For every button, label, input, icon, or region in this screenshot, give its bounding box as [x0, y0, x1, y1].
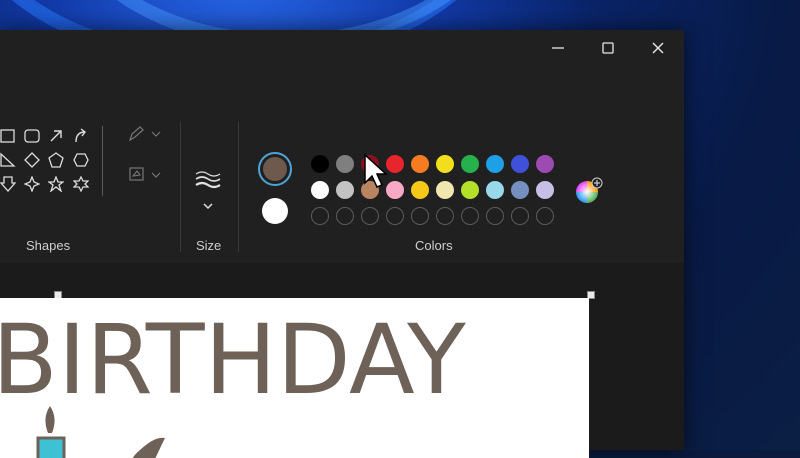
- curved-arrow-shape-icon[interactable]: [73, 128, 89, 144]
- color-wheel-icon: [576, 177, 603, 203]
- color-swatch[interactable]: [436, 181, 454, 199]
- fill-dropdown[interactable]: [128, 164, 164, 186]
- primary-color-selector[interactable]: [258, 152, 292, 186]
- custom-color-slot[interactable]: [511, 207, 529, 225]
- color-swatch[interactable]: [486, 181, 504, 199]
- color-swatch[interactable]: [461, 155, 479, 173]
- maximize-button[interactable]: [585, 30, 631, 66]
- close-button[interactable]: [635, 30, 681, 66]
- color-swatch[interactable]: [536, 181, 554, 199]
- color-swatch[interactable]: [336, 181, 354, 199]
- primary-color-swatch: [263, 157, 287, 181]
- secondary-color-swatch[interactable]: [262, 198, 288, 224]
- diamond-shape-icon[interactable]: [24, 152, 40, 168]
- minimize-button[interactable]: [535, 30, 581, 66]
- right-triangle-shape-icon[interactable]: [0, 152, 16, 168]
- color-swatch[interactable]: [311, 181, 329, 199]
- pen-outline-icon: [128, 126, 161, 142]
- outline-dropdown[interactable]: [128, 124, 164, 144]
- color-swatch[interactable]: [486, 155, 504, 173]
- shapes-scrollbar[interactable]: [102, 126, 103, 196]
- maximize-icon: [602, 42, 614, 54]
- color-swatch[interactable]: [511, 181, 529, 199]
- paint-window: Shapes Size Colors BIRTHDAY: [0, 30, 684, 458]
- custom-color-slot[interactable]: [536, 207, 554, 225]
- down-arrow-shape-icon[interactable]: [0, 176, 16, 192]
- fill-bucket-icon: [129, 167, 161, 181]
- six-point-star-shape-icon[interactable]: [73, 176, 89, 192]
- rectangle-shape-icon[interactable]: [0, 128, 16, 144]
- colors-group-label: Colors: [415, 238, 453, 253]
- ribbon-divider: [180, 122, 181, 252]
- hexagon-shape-icon[interactable]: [73, 152, 89, 168]
- edit-colors-button[interactable]: [574, 176, 604, 206]
- pentagon-shape-icon[interactable]: [48, 152, 64, 168]
- candles-drawing: [36, 406, 165, 458]
- color-swatch[interactable]: [411, 155, 429, 173]
- custom-color-slot[interactable]: [361, 207, 379, 225]
- custom-color-slot[interactable]: [461, 207, 479, 225]
- four-point-star-shape-icon[interactable]: [24, 176, 40, 192]
- canvas-area: BIRTHDAY: [0, 263, 684, 458]
- color-swatch[interactable]: [511, 155, 529, 173]
- rounded-rectangle-shape-icon[interactable]: [24, 128, 40, 144]
- color-swatch[interactable]: [311, 155, 329, 173]
- drawing-canvas[interactable]: BIRTHDAY: [0, 298, 589, 458]
- custom-color-slot[interactable]: [411, 207, 429, 225]
- arrow-shape-icon[interactable]: [48, 128, 64, 144]
- color-swatch[interactable]: [536, 155, 554, 173]
- size-group-label: Size: [196, 238, 222, 253]
- mouse-cursor-icon: [364, 153, 388, 188]
- custom-color-slot[interactable]: [486, 207, 504, 225]
- color-swatch[interactable]: [411, 181, 429, 199]
- shapes-group-label: Shapes: [26, 238, 71, 253]
- color-swatch[interactable]: [461, 181, 479, 199]
- line-width-icon: [195, 171, 221, 210]
- custom-color-slot[interactable]: [311, 207, 329, 225]
- color-swatch[interactable]: [336, 155, 354, 173]
- close-icon: [652, 42, 664, 54]
- title-bar: [0, 30, 684, 66]
- custom-color-slot[interactable]: [436, 207, 454, 225]
- color-swatch[interactable]: [436, 155, 454, 173]
- five-point-star-shape-icon[interactable]: [48, 176, 64, 192]
- minimize-icon: [552, 47, 564, 49]
- ribbon-divider: [238, 122, 239, 252]
- ribbon: Shapes Size Colors: [0, 66, 684, 263]
- custom-color-slot[interactable]: [386, 207, 404, 225]
- custom-color-slot[interactable]: [336, 207, 354, 225]
- size-button[interactable]: [192, 166, 224, 226]
